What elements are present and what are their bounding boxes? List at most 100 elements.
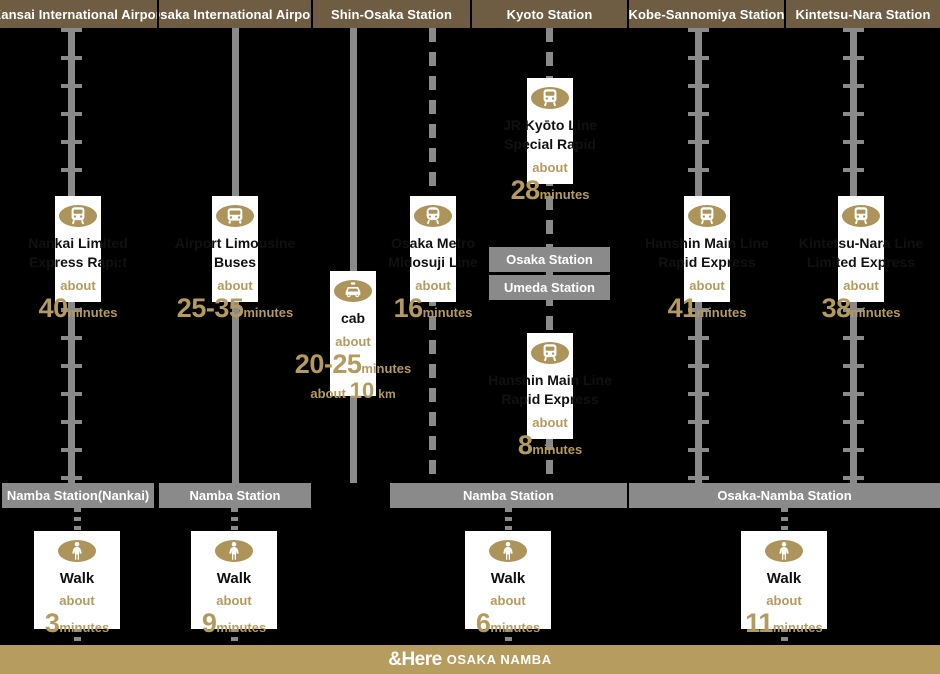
about-label: about — [843, 278, 879, 293]
train-icon — [688, 205, 726, 227]
route-name: Nankai Limited Express Rapi:t — [28, 234, 128, 272]
duration-unit: minutes — [772, 620, 823, 635]
walk-label: Walk — [59, 570, 95, 587]
pedestrian-icon — [489, 540, 527, 562]
about-label: about — [216, 593, 252, 608]
route-name-line: cab — [340, 310, 366, 326]
about-label: about — [415, 278, 451, 293]
access-map: Kansai International AirportOsaka Intern… — [0, 0, 940, 674]
route-name-line: Rapid Express — [658, 254, 756, 270]
duration: 38 minutes — [822, 293, 901, 323]
footer-subtitle: OSAKA NAMBA — [446, 652, 552, 667]
pedestrian-icon — [765, 540, 803, 562]
distance-value: 10 — [349, 378, 375, 403]
route-name-line: Hanshin Main Line — [645, 235, 769, 251]
duration: 11 minutes — [745, 608, 822, 638]
route-card-airport-limousine[interactable]: Airport Limousine Buses about 25-35 minutes — [175, 196, 295, 323]
route-line-dot-col1-lower — [74, 508, 81, 532]
destination-tab-5[interactable]: Kobe-Sannomiya Station — [629, 0, 784, 28]
duration-value: 8 — [517, 430, 533, 460]
pedestrian-icon — [215, 540, 253, 562]
about-label: about — [59, 593, 95, 608]
destination-tab-2[interactable]: Osaka International Airport — [159, 0, 311, 28]
walk-card-walk-nankai[interactable]: Walk about 3 minutes — [34, 531, 120, 638]
route-name: cab — [341, 309, 365, 328]
route-name: Hanshin Main Line Rapid Express — [645, 234, 769, 272]
about-label: about — [335, 334, 371, 349]
about-label: about — [766, 593, 802, 608]
walk-card-walk-osaka-namba[interactable]: Walk about 11 minutes — [741, 531, 827, 638]
station-bar-namba-nankai[interactable]: Namba Station(Nankai) — [2, 483, 154, 508]
about-label: about — [689, 278, 725, 293]
about-label: about — [217, 278, 253, 293]
destination-tab-1[interactable]: Kansai International Airport — [0, 0, 157, 28]
taxi-icon — [334, 280, 372, 302]
duration-unit: minutes — [490, 620, 541, 635]
bus-icon — [216, 205, 254, 227]
route-name: Hanshin Main Line Rapid Express — [488, 371, 612, 409]
duration: 40 minutes — [39, 293, 118, 323]
duration-unit: minutes — [243, 305, 294, 320]
walk-label: Walk — [490, 570, 526, 587]
duration-unit: minutes — [696, 305, 747, 320]
train-icon — [842, 205, 880, 227]
station-bar-namba-station-wide[interactable]: Namba Station — [390, 483, 627, 508]
duration-unit: minutes — [59, 620, 110, 635]
duration: 20-25 minutes — [295, 349, 411, 379]
duration-value: 28 — [510, 175, 541, 205]
duration-unit: minutes — [361, 361, 412, 376]
pedestrian-icon — [58, 540, 96, 562]
duration-unit: minutes — [850, 305, 901, 320]
route-card-hanshin-rapid-express-kyoto[interactable]: Hanshin Main Line Rapid Express about 8 minu… — [488, 333, 612, 460]
duration-value: 41 — [667, 293, 698, 323]
transfer-box-umeda-station[interactable]: Umeda Station — [489, 275, 610, 300]
route-name-line: Nankai Limited — [28, 235, 128, 251]
duration-value: 16 — [393, 293, 424, 323]
station-bar-osaka-namba-station[interactable]: Osaka-Namba Station — [629, 483, 940, 508]
duration-unit: minutes — [67, 305, 118, 320]
duration-value: 11 — [745, 608, 773, 638]
route-name: Kintetsu-Nara Line Limited Express — [799, 234, 923, 272]
duration: 9 minutes — [202, 608, 266, 638]
duration: 28 minutes — [511, 175, 590, 205]
duration: 6 minutes — [476, 608, 540, 638]
route-card-kintetsu-nara-limited-express[interactable]: Kintetsu-Nara Line Limited Express about 38… — [799, 196, 923, 323]
duration-value: 25-35 — [176, 293, 244, 323]
route-card-osaka-metro-midosuji[interactable]: Osaka Metro Midosuji Line about 16 minutes — [388, 196, 478, 323]
route-card-nankai-rapit[interactable]: Nankai Limited Express Rapi:t about 40 minut… — [28, 196, 128, 323]
destination-tab-3[interactable]: Shin-Osaka Station — [313, 0, 470, 28]
walk-card-walk-namba-wide[interactable]: Walk about 6 minutes — [465, 531, 551, 638]
destination-tab-6[interactable]: Kintetsu-Nara Station — [786, 0, 940, 28]
duration: 3 minutes — [45, 608, 109, 638]
route-card-cab[interactable]: cab about 20-25 minutes about 10 km — [295, 271, 411, 403]
route-name-line: Special Rapid — [504, 136, 596, 152]
route-name-line: Hanshin Main Line — [488, 372, 612, 388]
route-name-line: JR Kyōto Line — [502, 117, 598, 133]
transfer-box-osaka-station[interactable]: Osaka Station — [489, 247, 610, 272]
walk-card-walk-namba2[interactable]: Walk about 9 minutes — [191, 531, 277, 638]
route-name-line: Kintetsu-Nara Line — [798, 235, 924, 251]
destination-tab-4[interactable]: Kyoto Station — [472, 0, 627, 28]
route-name-line: Express Rapi:t — [28, 254, 128, 270]
route-line-dot-col4-lower — [505, 508, 512, 532]
train-icon — [531, 87, 569, 109]
duration-value: 6 — [475, 608, 491, 638]
route-line-dot-col6-lower — [781, 508, 788, 532]
subway-icon — [414, 205, 452, 227]
duration-unit: minutes — [216, 620, 267, 635]
route-card-jr-kyoto-special-rapid[interactable]: JR Kyōto Line Special Rapid about 28 minutes — [503, 78, 597, 205]
station-bar-namba-station-2[interactable]: Namba Station — [159, 483, 311, 508]
route-name-line: Rapid Express — [501, 391, 599, 407]
duration-value: 20-25 — [294, 349, 362, 379]
route-line-line-col3-solid — [350, 28, 357, 483]
route-name-line: Midosuji Line — [388, 254, 478, 270]
route-name: Osaka Metro Midosuji Line — [388, 234, 477, 272]
route-name-line: Airport Limousine — [174, 235, 296, 251]
duration-unit: minutes — [539, 187, 590, 202]
duration: 41 minutes — [668, 293, 747, 323]
distance: about 10 km — [310, 379, 395, 403]
route-line-dot-col2-lower — [231, 508, 238, 532]
route-card-hanshin-rapid-express-kobe[interactable]: Hanshin Main Line Rapid Express about 41 min… — [645, 196, 769, 323]
about-label: about — [60, 278, 96, 293]
duration-unit: minutes — [422, 305, 473, 320]
